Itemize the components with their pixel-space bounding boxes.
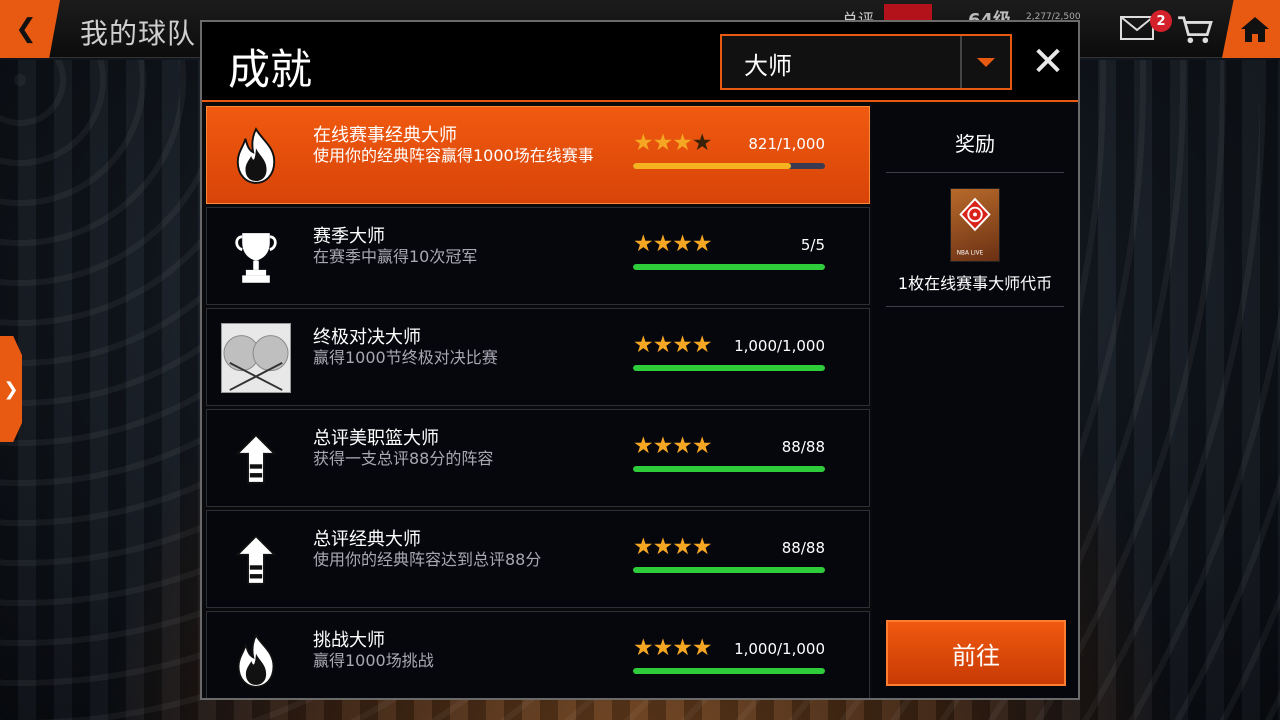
star-filled-icon: ★ bbox=[633, 332, 654, 358]
upgrade-arrow-icon bbox=[221, 424, 291, 494]
achievement-title: 挑战大师 bbox=[313, 630, 385, 651]
category-dropdown[interactable]: 大师 bbox=[720, 34, 1012, 90]
star-filled-icon: ★ bbox=[691, 433, 713, 459]
flame-icon bbox=[221, 121, 291, 191]
achievement-description: 使用你的经典阵容赢得1000场在线赛事 bbox=[313, 146, 594, 165]
achievement-description: 获得一支总评88分的阵容 bbox=[313, 449, 494, 468]
chevron-right-icon: ❯ bbox=[3, 378, 19, 400]
flame-icon bbox=[221, 626, 291, 696]
achievement-list: 在线赛事经典大师 使用你的经典阵容赢得1000场在线赛事 ★★★★ 821/1,… bbox=[206, 104, 870, 698]
progress-bar-fill bbox=[633, 163, 791, 169]
star-filled-icon: ★ bbox=[652, 433, 674, 459]
progress-bar-fill bbox=[633, 466, 825, 472]
star-filled-icon: ★ bbox=[672, 332, 693, 358]
progress-bar-fill bbox=[633, 365, 825, 371]
achievement-description: 赢得1000节终极对决比赛 bbox=[313, 348, 498, 367]
notification-badge: 2 bbox=[1150, 10, 1172, 32]
page-title: 我的球队 bbox=[80, 17, 197, 50]
star-rating: ★★★★ bbox=[633, 232, 712, 256]
go-button[interactable]: 前往 bbox=[886, 620, 1066, 686]
trophy-icon bbox=[221, 222, 291, 292]
achievement-title: 总评美职篮大师 bbox=[313, 428, 439, 449]
back-button[interactable]: ❮ bbox=[0, 0, 60, 58]
star-filled-icon: ★ bbox=[633, 433, 654, 459]
progress-bar bbox=[633, 365, 825, 371]
star-filled-icon: ★ bbox=[691, 231, 713, 257]
close-button[interactable]: ✕ bbox=[1028, 40, 1068, 84]
progress-bar-fill bbox=[633, 668, 825, 674]
star-filled-icon: ★ bbox=[691, 635, 713, 661]
progress-bar bbox=[633, 668, 825, 674]
star-filled-icon: ★ bbox=[633, 635, 654, 661]
achievements-modal: 成就 大师 ✕ 在线赛事经典大师 使用你的经典阵容赢得1000场在线赛事 ★★★… bbox=[200, 20, 1080, 700]
achievement-row[interactable]: 挑战大师 赢得1000场挑战 ★★★★ 1,000/1,000 bbox=[206, 611, 870, 698]
progress-count: 5/5 bbox=[800, 236, 825, 254]
star-filled-icon: ★ bbox=[633, 534, 654, 560]
progress-count: 88/88 bbox=[781, 539, 825, 557]
achievement-row[interactable]: 总评美职篮大师 获得一支总评88分的阵容 ★★★★ 88/88 bbox=[206, 409, 870, 507]
star-filled-icon: ★ bbox=[691, 534, 713, 560]
progress-bar bbox=[633, 264, 825, 270]
side-drawer-tab[interactable]: ❯ bbox=[0, 336, 22, 442]
star-empty-icon: ★ bbox=[691, 130, 713, 156]
star-filled-icon: ★ bbox=[672, 433, 693, 459]
envelope-icon bbox=[1120, 16, 1154, 40]
reward-heading: 奖励 bbox=[955, 132, 995, 156]
achievement-title: 终极对决大师 bbox=[313, 327, 421, 348]
star-filled-icon: ★ bbox=[672, 635, 693, 661]
star-filled-icon: ★ bbox=[652, 635, 674, 661]
achievement-title: 总评经典大师 bbox=[313, 529, 421, 550]
divider bbox=[886, 172, 1064, 173]
reward-name: 1枚在线赛事大师代币 bbox=[897, 274, 1053, 293]
star-filled-icon: ★ bbox=[652, 231, 674, 257]
star-rating: ★★★★ bbox=[633, 535, 712, 559]
achievement-title: 赛季大师 bbox=[313, 226, 385, 247]
progress-count: 88/88 bbox=[781, 438, 825, 456]
achievement-description: 使用你的经典阵容达到总评88分 bbox=[313, 550, 542, 569]
star-rating: ★★★★ bbox=[633, 434, 712, 458]
star-filled-icon: ★ bbox=[672, 534, 693, 560]
dropdown-selected-value: 大师 bbox=[744, 52, 792, 80]
achievement-description: 赢得1000场挑战 bbox=[313, 651, 434, 670]
achievement-row[interactable]: 赛季大师 在赛季中赢得10次冠军 ★★★★ 5/5 bbox=[206, 207, 870, 305]
star-filled-icon: ★ bbox=[652, 332, 674, 358]
progress-bar bbox=[633, 567, 825, 573]
star-filled-icon: ★ bbox=[633, 130, 654, 156]
achievement-row[interactable]: 终极对决大师 赢得1000节终极对决比赛 ★★★★ 1,000/1,000 bbox=[206, 308, 870, 406]
reward-panel: 奖励 NBA LIVE 1枚在线赛事大师代币 前往 bbox=[872, 104, 1078, 698]
upgrade-arrow-icon bbox=[221, 525, 291, 595]
modal-header: 成就 大师 ✕ bbox=[202, 22, 1078, 102]
achievement-description: 在赛季中赢得10次冠军 bbox=[313, 247, 478, 266]
chevron-left-icon: ❮ bbox=[15, 14, 37, 44]
progress-bar bbox=[633, 466, 825, 472]
token-card-image: NBA LIVE bbox=[950, 188, 1000, 262]
star-filled-icon: ★ bbox=[672, 130, 693, 156]
progress-bar-fill bbox=[633, 264, 825, 270]
modal-title: 成就 bbox=[228, 45, 313, 94]
progress-bar-fill bbox=[633, 567, 825, 573]
star-filled-icon: ★ bbox=[691, 332, 713, 358]
head-to-head-icon bbox=[221, 323, 291, 393]
cart-icon bbox=[1178, 16, 1213, 44]
star-rating: ★★★★ bbox=[633, 131, 712, 155]
home-button[interactable] bbox=[1222, 0, 1280, 58]
progress-count: 1,000/1,000 bbox=[734, 337, 825, 355]
chevron-down-icon bbox=[960, 36, 1010, 88]
star-filled-icon: ★ bbox=[633, 231, 654, 257]
achievement-row[interactable]: 在线赛事经典大师 使用你的经典阵容赢得1000场在线赛事 ★★★★ 821/1,… bbox=[206, 106, 870, 204]
star-filled-icon: ★ bbox=[652, 534, 674, 560]
star-filled-icon: ★ bbox=[672, 231, 693, 257]
star-rating: ★★★★ bbox=[633, 333, 712, 357]
divider bbox=[886, 306, 1064, 307]
achievement-title: 在线赛事经典大师 bbox=[313, 125, 457, 146]
progress-count: 1,000/1,000 bbox=[734, 640, 825, 658]
achievement-row[interactable]: 总评经典大师 使用你的经典阵容达到总评88分 ★★★★ 88/88 bbox=[206, 510, 870, 608]
store-button[interactable] bbox=[1176, 14, 1216, 46]
progress-count: 821/1,000 bbox=[748, 135, 825, 153]
star-filled-icon: ★ bbox=[652, 130, 674, 156]
card-brand: NBA LIVE bbox=[957, 251, 984, 257]
progress-bar bbox=[633, 163, 825, 169]
star-rating: ★★★★ bbox=[633, 636, 712, 660]
home-icon bbox=[1241, 17, 1269, 42]
